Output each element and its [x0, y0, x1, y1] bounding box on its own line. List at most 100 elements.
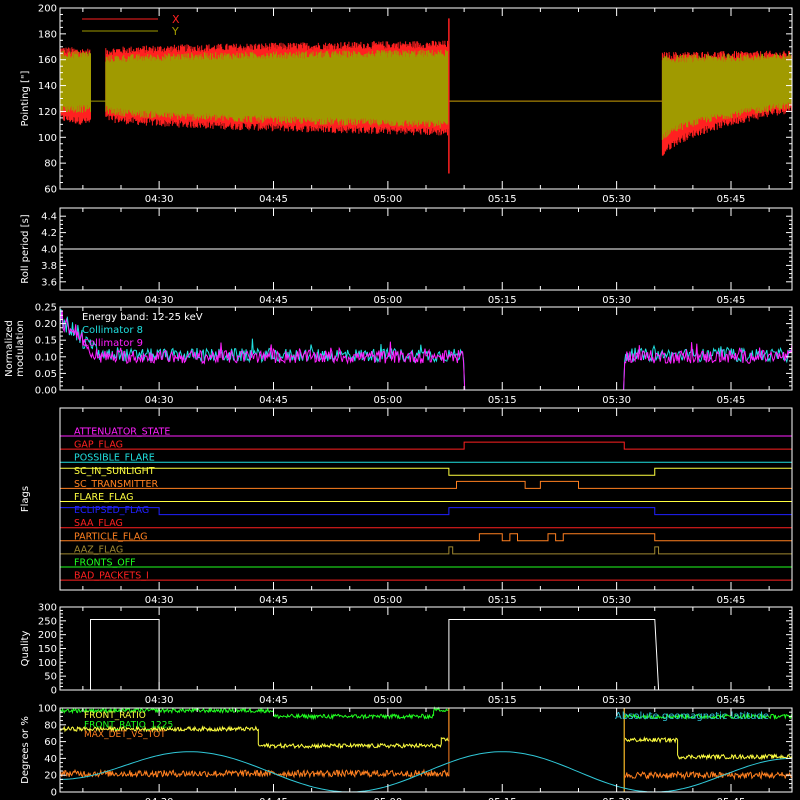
flag-label: AAZ_FLAG: [74, 544, 123, 555]
x-tick-label: 04:45: [259, 695, 288, 706]
x-tick-label: 04:30: [145, 595, 174, 606]
y-tick-label: 100: [38, 658, 57, 669]
x-tick-label: 05:15: [488, 595, 517, 606]
flag-label: POSSIBLE_FLARE: [74, 453, 155, 464]
panel-flags: ATTENUATOR_STATE GAP_FLAG POSSIBLE_FLARE SC…: [20, 407, 793, 606]
y-axis-label: Normalized: [4, 320, 15, 377]
x-tick-label: 05:30: [602, 395, 631, 406]
y-tick-label: 0.15: [35, 336, 57, 347]
legend-label-collimator-8: Collimator 8: [82, 325, 143, 336]
y-tick-label: 250: [38, 616, 57, 627]
panel-quality: 04:30 04:45 05:00 05:15 05:30 05:45 0 50 100 150 2…: [20, 603, 793, 706]
panel-pointing: XY04:30 04:45 05:00 05:15 05:30 05:4560801001…: [20, 4, 793, 205]
y-axis-label: Flags: [20, 486, 31, 512]
y-tick-label: 0.25: [35, 303, 57, 314]
y-tick-label: 120: [38, 107, 57, 118]
legend-label-y: Y: [171, 25, 179, 38]
legend-label-geomagnetic-latitude: Absolute geomagnetic latitude: [615, 711, 769, 722]
x-tick-label: 04:30: [145, 695, 174, 706]
flag-label: FLARE_FLAG: [74, 492, 134, 503]
plot-area-flags: [59, 435, 793, 581]
y-tick-label: 200: [38, 4, 57, 15]
x-tick-label: 05:15: [488, 695, 517, 706]
x-tick-label: 05:15: [488, 295, 517, 306]
flag-trace: [60, 533, 792, 542]
x-tick-label: 05:30: [602, 595, 631, 606]
flag-label: PARTICLE_FLAG: [74, 531, 147, 542]
flag-trace: [59, 507, 792, 516]
x-tick-label: 04:45: [259, 595, 288, 606]
x-tick-label: 05:45: [717, 595, 746, 606]
x-tick-label: 05:00: [373, 295, 402, 306]
flag-trace: [60, 480, 792, 489]
flag-trace: [60, 441, 792, 450]
legend-label-max-det-vs-tot: MAX_DET_VS_TOT: [84, 730, 166, 740]
x-tick-label: 05:45: [717, 695, 746, 706]
y-tick-label: 200: [38, 630, 57, 641]
x-tick-label: 04:45: [259, 395, 288, 406]
y-tick-label: 100: [38, 133, 57, 144]
y-tick-label: 0.05: [35, 369, 57, 380]
y-tick-label: 100: [38, 704, 57, 715]
y-tick-label: 3.6: [41, 277, 57, 288]
y-axis-label: modulation: [15, 320, 26, 377]
y-tick-label: 60: [44, 737, 57, 748]
flag-label: SC_TRANSMITTER: [74, 479, 159, 490]
x-tick-label: 04:45: [259, 194, 288, 205]
y-tick-label: 40: [44, 754, 57, 765]
flag-trace: [59, 467, 793, 476]
y-tick-label: 0.20: [35, 319, 57, 330]
x-tick-label: 05:00: [373, 595, 402, 606]
y-axis-label: Roll period [s]: [20, 214, 31, 283]
flag-label: ECLIPSED_FLAG: [74, 505, 149, 516]
energy-band-annotation: Energy band: 12-25 keV: [82, 312, 203, 323]
flag-label: SAA_FLAG: [74, 518, 123, 529]
x-tick-label: 04:45: [259, 295, 288, 306]
x-tick-label: 05:15: [488, 395, 517, 406]
plot-area-quality: [60, 619, 792, 691]
x-tick-label: 05:30: [602, 194, 631, 205]
flag-label: FRONTS_OFF: [74, 558, 136, 569]
quality-line: [60, 619, 792, 691]
y-tick-label: 0: [51, 788, 57, 799]
y-tick-label: 3.8: [41, 261, 57, 272]
y-tick-label: 150: [38, 644, 57, 655]
x-tick-label: 05:30: [602, 695, 631, 706]
y-tick-label: 0: [51, 686, 57, 697]
x-tick-label: 05:45: [717, 395, 746, 406]
y-tick-label: 180: [38, 29, 57, 40]
y-tick-label: 160: [38, 55, 57, 66]
y-tick-label: 80: [44, 159, 57, 170]
y-tick-label: 0.00: [35, 386, 57, 397]
legend-label-front-ratio: FRONT_RATIO: [84, 711, 146, 721]
legend-label-collimator-9: Collimator 9: [82, 338, 143, 349]
plot-area-pointing: [59, 18, 793, 174]
x-tick-label: 04:30: [145, 194, 174, 205]
y-tick-label: 300: [38, 603, 57, 614]
flag-label: SC_IN_SUNLIGHT: [74, 466, 155, 477]
y-tick-label: 60: [44, 185, 57, 196]
flag-label: BAD_PACKETS_I: [74, 571, 149, 582]
y-tick-label: 0.10: [35, 352, 57, 363]
y-tick-label: 4.0: [41, 245, 57, 256]
y-axis-label: Degrees or %: [20, 716, 31, 784]
y-tick-label: 20: [44, 771, 57, 782]
y-axis-label: Quality: [20, 631, 31, 667]
x-tick-label: 04:30: [145, 295, 174, 306]
panel-modulation: Energy band: 12-25 keV Collimator 8 Collim…: [4, 303, 793, 406]
x-tick-label: 04:30: [145, 395, 174, 406]
x-tick-label: 05:45: [717, 295, 746, 306]
chart-canvas: XY04:30 04:45 05:00 05:15 05:30 05:4560801001…: [4, 4, 793, 800]
legend-label-front-ratio-1225: FRONT_RATIO_1225: [84, 721, 173, 731]
y-tick-label: 50: [44, 672, 57, 683]
flag-label: GAP_FLAG: [74, 440, 123, 451]
x-tick-label: 05:45: [717, 194, 746, 205]
y-tick-label: 4.4: [41, 212, 57, 223]
x-tick-label: 05:30: [602, 295, 631, 306]
x-tick-label: 05:00: [373, 194, 402, 205]
panel-roll: 04:30 04:45 05:00 05:15 05:30 05:45 3.6 3.8 4.0 4…: [20, 207, 793, 306]
y-tick-label: 80: [44, 720, 57, 731]
y-tick-label: 140: [38, 81, 57, 92]
x-tick-label: 05:15: [488, 194, 517, 205]
flag-label: ATTENUATOR_STATE: [74, 427, 170, 438]
